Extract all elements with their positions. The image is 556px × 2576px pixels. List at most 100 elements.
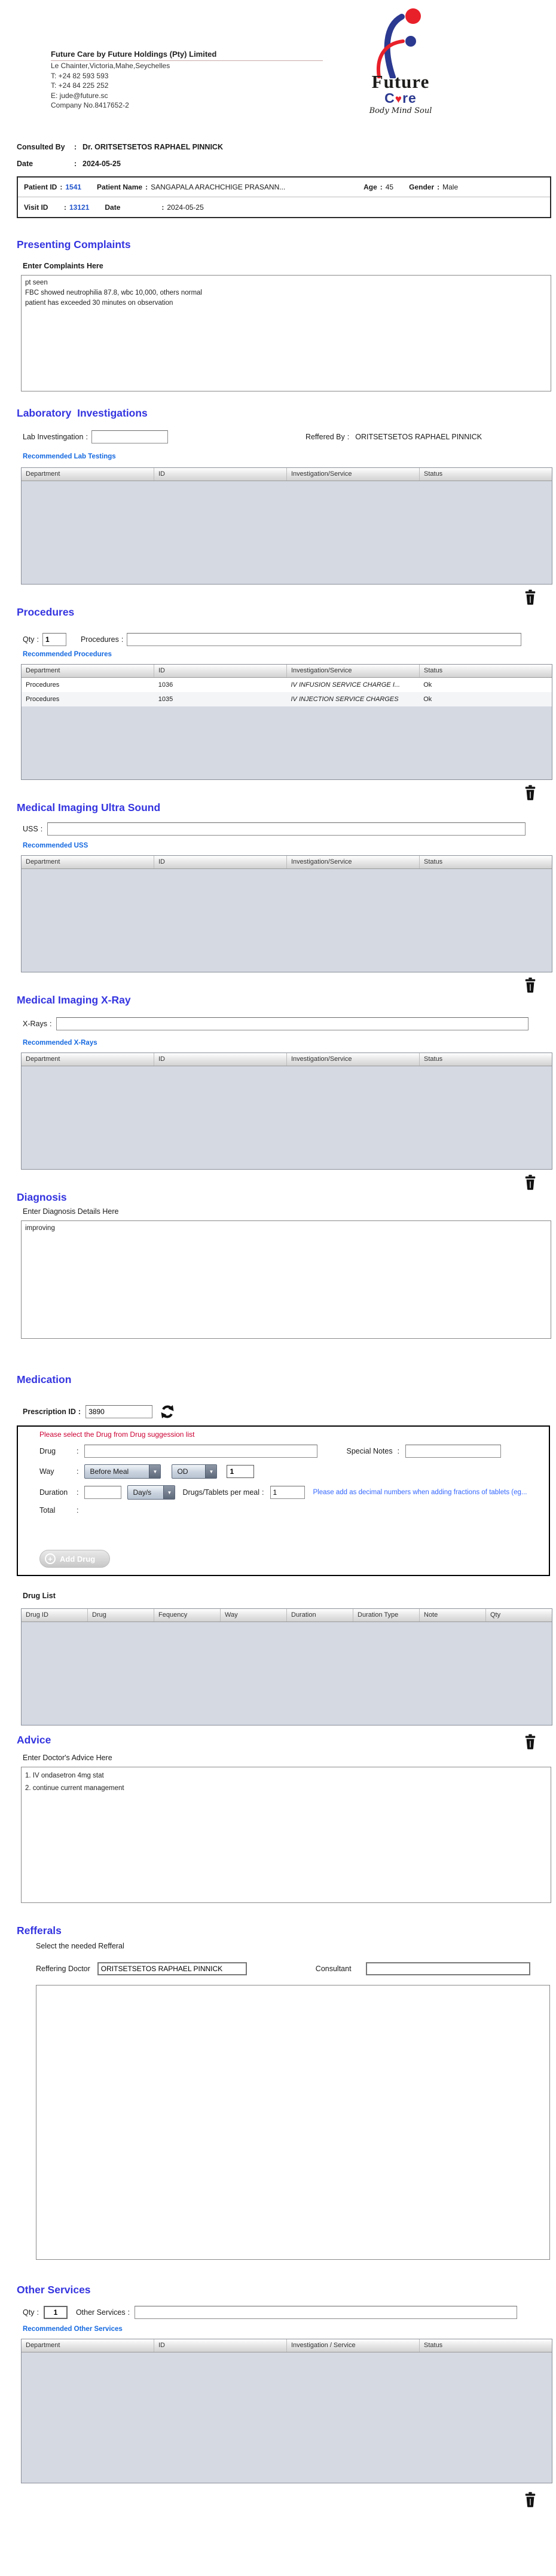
referral-list-box[interactable] [36,1985,550,2260]
way-select[interactable]: Before Meal ▼ [84,1464,161,1479]
drug-list-label: Drug List [23,1592,56,1600]
way-qty-input[interactable] [227,1465,255,1478]
procedures-qty-label: Qty [23,635,35,644]
table-row[interactable]: Procedures 1035 IV INJECTION SERVICE CHA… [22,692,552,706]
delete-procedures-icon[interactable] [524,785,537,801]
consult-date-value: 2024-05-25 [83,160,121,168]
total-label: Total [39,1506,56,1515]
duration-input[interactable] [84,1486,122,1499]
special-notes-input[interactable] [405,1445,502,1458]
refresh-prescription-icon[interactable] [160,1404,175,1419]
prescription-row: Prescription ID : [23,1404,556,1419]
drug-warning-text: Please select the Drug from Drug suggess… [39,1430,195,1439]
duration-type-select[interactable]: Day/s ▼ [127,1485,176,1500]
uss-table-header: Department ID Investigation/Service Stat… [22,856,552,869]
company-email: E: jude@future.sc [51,91,108,100]
prescription-id-label: Prescription ID [23,1408,76,1416]
recommended-uss-link[interactable]: Recommended USS [23,842,556,849]
recommended-procedures-link[interactable]: Recommended Procedures [23,651,556,658]
delete-other-services-icon[interactable] [524,2492,537,2508]
other-services-title: Other Services [17,2284,91,2296]
referral-row: Reffering Doctor Consultant [36,1962,556,1975]
visit-id-value: 13121 [69,203,90,212]
future-care-logo: Future C♥re Body Mind Soul [323,8,478,136]
consulted-by-label: Consulted By [17,143,65,151]
lab-table-header: Department ID Investigation/Service Stat… [22,468,552,481]
patient-name-value: SANGAPALA ARACHCHIGE PRASANN... [151,183,286,191]
procedures-input[interactable] [127,633,522,646]
duration-row: Duration : Day/s ▼ Drugs/Tablets per mea… [39,1485,549,1500]
age-label: Age [363,183,377,191]
other-services-input[interactable] [135,2306,518,2319]
logo-care-text: C♥re [384,90,417,106]
diagnosis-textarea[interactable]: improving [21,1220,551,1339]
consultation-page: Future Care by Future Holdings (Pty) Lim… [0,0,556,2576]
gender-label: Gender [409,183,435,191]
uss-table: Department ID Investigation/Service Stat… [21,855,552,972]
procedures-field-label: Procedures [80,635,119,644]
logo-future-text: Future [371,71,430,92]
complaints-textarea[interactable]: pt seen FBC showed neutrophilia 87.8, wb… [21,275,551,391]
diagnosis-title: Diagnosis [17,1191,67,1203]
chevron-down-icon: ▼ [149,1465,161,1478]
recommended-other-services-link[interactable]: Recommended Other Services [23,2326,556,2333]
xray-input[interactable] [56,1017,529,1030]
medication-title: Medication [17,1373,72,1385]
recommended-xray-link[interactable]: Recommended X-Rays [23,1039,556,1047]
way-label: Way [39,1467,54,1476]
drug-row: Drug : Special Notes : [39,1445,549,1458]
procedures-table-header: Department ID Investigation/Service Stat… [22,665,552,678]
other-services-header: Department ID Investigation / Service St… [22,2339,552,2352]
xray-field-row: X-Rays : [23,1017,556,1030]
other-services-body [22,2352,552,2483]
company-phone-1: T: +24 82 593 593 [51,71,109,80]
logo-f-swoosh-icon [377,8,421,78]
consulted-by-row: Consulted By : Dr. ORITSETSETOS RAPHAEL … [17,143,223,151]
consult-date-label: Date [17,160,33,168]
frequency-select[interactable]: OD ▼ [172,1464,218,1479]
referrals-label: Select the needed Refferal [36,1942,124,1950]
xray-table-header: Department ID Investigation/Service Stat… [22,1053,552,1066]
prescription-id-input[interactable] [85,1405,153,1418]
lab-investigation-input[interactable] [91,430,168,443]
delete-advice-icon[interactable] [524,1734,537,1750]
consultant-input[interactable] [365,1962,530,1975]
procedures-title: Procedures [17,606,75,618]
procedures-field-row: Qty : Procedures : [23,633,556,646]
add-drug-button[interactable]: + Add Drug [39,1550,110,1568]
drug-label: Drug [39,1447,56,1455]
patient-id-label: Patient ID [24,183,57,191]
uss-input[interactable] [47,822,526,836]
patient-row-1: Patient ID : 1541 Patient Name : SANGAPA… [18,178,550,197]
referred-by-value: ORITSETSETOS RAPHAEL PINNICK [355,433,482,441]
other-services-label: Other Services [75,2308,126,2317]
procedures-qty-input[interactable] [42,633,66,646]
drug-input[interactable] [84,1445,318,1458]
table-row[interactable]: Procedures 1036 IV INFUSION SERVICE CHAR… [22,678,552,692]
way-row: Way : Before Meal ▼ OD ▼ [39,1464,549,1479]
other-services-table: Department ID Investigation / Service St… [21,2339,552,2483]
drug-list-table: Drug ID Drug Fequency Way Duration Durat… [21,1608,552,1726]
delete-uss-icon[interactable] [524,977,537,993]
visit-date-label: Date [105,203,121,212]
lab-table: Department ID Investigation/Service Stat… [21,467,552,585]
drug-entry-panel: Please select the Drug from Drug suggess… [17,1425,550,1576]
heart-icon: ♥ [395,93,403,106]
consult-date-row: Date : 2024-05-25 [17,160,121,168]
consultant-label: Consultant [315,1965,352,1973]
advice-textarea[interactable]: 1. IV ondasetron 4mg stat 2. continue cu… [21,1767,551,1903]
delete-xray-icon[interactable] [524,1174,537,1191]
referring-doctor-input[interactable] [97,1962,247,1975]
diagnosis-label: Enter Diagnosis Details Here [23,1207,119,1216]
delete-lab-icon[interactable] [524,589,537,605]
uss-field-row: USS : [23,822,556,836]
company-address: Le Chainter,Victoria,Mahe,Seychelles [51,62,170,70]
per-meal-label: Drugs/Tablets per meal [182,1488,260,1497]
chevron-down-icon: ▼ [205,1465,217,1478]
other-qty-label: Qty [23,2308,35,2317]
per-meal-input[interactable] [270,1486,305,1499]
recommended-lab-testings-link[interactable]: Recommended Lab Testings [23,453,556,460]
chevron-down-icon: ▼ [163,1486,175,1499]
referred-by-label: Reffered By [305,433,345,441]
other-qty-input[interactable] [43,2306,68,2319]
